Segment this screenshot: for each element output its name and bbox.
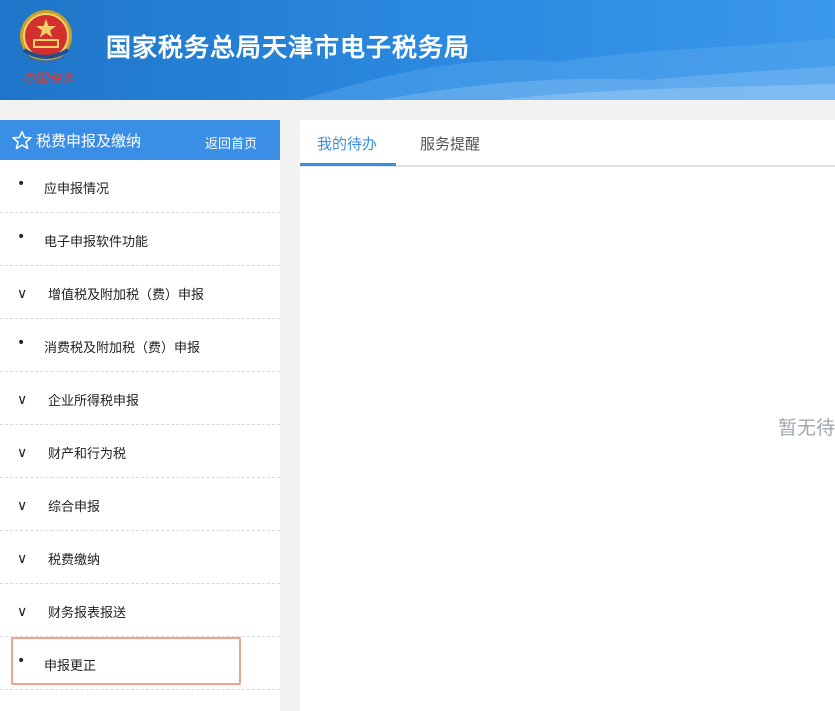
chevron-down-icon: ∨ xyxy=(17,551,28,567)
logo-caption: 中国税务 xyxy=(22,72,75,87)
empty-state-text: 暂无待 xyxy=(778,417,835,439)
sidebar-item-consumption-tax-declaration[interactable]: • 消费税及附加税（费）申报 xyxy=(0,319,280,372)
chevron-down-icon: ∨ xyxy=(17,604,28,620)
bullet-icon: • xyxy=(17,176,26,192)
sidebar-item-label: 增值税及附加税（费）申报 xyxy=(48,288,205,303)
sidebar-item-label: 税费缴纳 xyxy=(48,553,101,568)
back-home-link[interactable]: 返回首页 xyxy=(205,133,257,152)
chevron-down-icon: ∨ xyxy=(17,498,28,514)
sidebar-item-comprehensive-declaration[interactable]: ∨ 综合申报 xyxy=(0,478,280,531)
chevron-down-icon: ∨ xyxy=(17,392,28,408)
chevron-down-icon: ∨ xyxy=(17,286,28,302)
bullet-icon: • xyxy=(17,229,26,245)
sidebar-item-label: 财务报表报送 xyxy=(48,606,127,621)
sidebar-item-corporate-income-tax[interactable]: ∨ 企业所得税申报 xyxy=(0,372,280,425)
sidebar-header: 税费申报及缴纳 返回首页 xyxy=(0,120,280,160)
sidebar-item-financial-statements[interactable]: ∨ 财务报表报送 xyxy=(0,584,280,637)
bullet-icon: • xyxy=(17,653,26,669)
sidebar-item-e-filing-software[interactable]: • 电子申报软件功能 xyxy=(0,213,280,266)
sidebar-item-property-behavior-tax[interactable]: ∨ 财产和行为税 xyxy=(0,425,280,478)
site-title: 国家税务总局天津市电子税务局 xyxy=(106,33,471,62)
tab-bar: 我的待办 服务提醒 xyxy=(300,120,835,167)
sidebar-item-label: 申报更正 xyxy=(44,659,97,674)
main-panel: 我的待办 服务提醒 暂无待 xyxy=(300,120,835,711)
sidebar-item-declaration-status[interactable]: • 应申报情况 xyxy=(0,160,280,213)
sidebar-item-vat-declaration[interactable]: ∨ 增值税及附加税（费）申报 xyxy=(0,266,280,319)
site-header: 中国税务 国家税务总局天津市电子税务局 xyxy=(0,0,835,100)
sidebar-item-label: 综合申报 xyxy=(48,500,101,515)
sidebar-item-label: 财产和行为税 xyxy=(48,447,127,462)
sidebar-item-label: 消费税及附加税（费）申报 xyxy=(44,341,201,356)
chevron-down-icon: ∨ xyxy=(17,445,28,461)
sidebar-item-declaration-correction[interactable]: • 申报更正 xyxy=(0,637,280,690)
star-icon[interactable] xyxy=(12,130,32,150)
sidebar-item-label: 电子申报软件功能 xyxy=(44,235,149,250)
sidebar-title: 税费申报及缴纳 xyxy=(36,132,142,150)
sidebar-item-label: 企业所得税申报 xyxy=(48,394,140,409)
active-tab-indicator xyxy=(300,163,396,166)
tab-my-todo[interactable]: 我的待办 xyxy=(317,133,377,154)
tab-service-reminders[interactable]: 服务提醒 xyxy=(420,133,480,154)
sidebar-item-label: 应申报情况 xyxy=(44,182,110,197)
sidebar: 税费申报及缴纳 返回首页 • 应申报情况 • 电子申报软件功能 ∨ 增值税及附加… xyxy=(0,120,280,711)
bullet-icon: • xyxy=(17,335,26,351)
sidebar-item-tax-payment[interactable]: ∨ 税费缴纳 xyxy=(0,531,280,584)
sidebar-menu: • 应申报情况 • 电子申报软件功能 ∨ 增值税及附加税（费）申报 • 消费税及… xyxy=(0,160,280,690)
